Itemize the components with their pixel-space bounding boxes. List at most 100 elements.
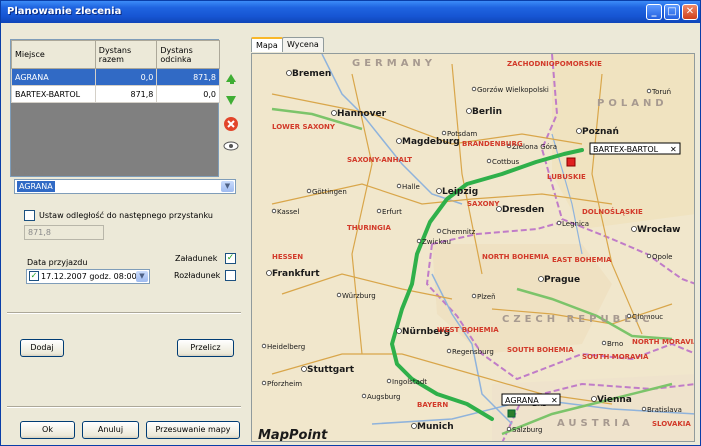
move-down-button[interactable] <box>223 92 239 108</box>
map-city-label: Salzburg <box>512 426 542 434</box>
map-city-label: Hannover <box>337 109 387 119</box>
stops-grid[interactable]: Miejsce Dystans razem Dystans odcinka AG… <box>10 39 220 177</box>
map-city-label: Brno <box>607 340 623 348</box>
tab-pricing[interactable]: Wycena <box>282 37 324 52</box>
column-header-place[interactable]: Miejsce <box>11 40 96 69</box>
stops-panel: Miejsce Dystans razem Dystans odcinka AG… <box>4 26 244 444</box>
close-button[interactable]: ✕ <box>682 4 698 20</box>
map-city-label: Erfurt <box>382 208 402 216</box>
map-city-label: Ingolstadt <box>392 378 427 386</box>
add-button[interactable]: Dodaj <box>20 339 64 357</box>
distance-checkbox[interactable] <box>24 210 35 221</box>
map-region-label: HESSEN <box>272 253 303 261</box>
show-on-map-button[interactable] <box>223 138 239 154</box>
map-city-label: Halle <box>402 183 420 191</box>
loading-checkbox[interactable]: ✓ <box>225 253 236 264</box>
map-city-label: Poznań <box>582 127 619 137</box>
map-city-label: Magdeburg <box>402 137 460 147</box>
maximize-button[interactable]: □ <box>664 4 680 20</box>
arrow-down-icon <box>226 96 236 105</box>
city-dot-icon <box>261 380 267 386</box>
route-map[interactable]: Bremen Hannover Magdeburg Berlin Potsdam Leip… <box>251 53 695 442</box>
map-region-label: BAYERN <box>417 401 448 409</box>
map-city-label: Plzeň <box>477 293 496 301</box>
map-city-label: Dresden <box>502 205 544 215</box>
arrival-label: Data przyjazdu <box>27 258 88 267</box>
place-select[interactable]: AGRANA ▼ <box>14 179 236 194</box>
city-dot-icon <box>631 226 637 232</box>
column-header-segment-distance[interactable]: Dystans odcinka <box>156 40 220 69</box>
map-city-label: Opole <box>652 253 673 261</box>
table-row[interactable]: BARTEX-BARTOL 871,8 0,0 <box>11 85 220 103</box>
city-dot-icon <box>411 423 417 429</box>
map-city-label: Regensburg <box>452 348 494 356</box>
map-city-label: Bratislava <box>647 406 682 414</box>
move-up-button[interactable] <box>223 70 239 86</box>
cancel-button[interactable]: Anuluj <box>82 421 139 439</box>
move-map-button[interactable]: Przesuwanie mapy <box>146 421 240 439</box>
city-dot-icon <box>361 393 367 399</box>
map-city-label: Frankfurt <box>272 269 320 279</box>
map-city-label: Prague <box>544 275 580 285</box>
close-icon[interactable]: ✕ <box>670 145 677 154</box>
recalculate-button[interactable]: Przelicz <box>177 339 234 357</box>
arrival-checkbox[interactable]: ✓ <box>29 271 39 281</box>
title-bar[interactable]: Planowanie zlecenia _ □ ✕ <box>1 1 700 23</box>
map-region-label: LOWER SAXONY <box>272 123 336 131</box>
end-marker-label[interactable]: BARTEX-BARTOL ✕ <box>589 142 681 155</box>
arrival-datetime-input[interactable]: ✓ 17.12.2007 godz. 08:00 ▼ <box>26 269 150 284</box>
city-dot-icon <box>331 110 337 116</box>
city-dot-icon <box>471 293 477 299</box>
map-city-label: Vienna <box>597 395 632 405</box>
chevron-down-icon[interactable]: ▼ <box>136 271 148 282</box>
map-city-label: Munich <box>417 422 454 432</box>
column-header-total-distance[interactable]: Dystans razem <box>94 40 158 69</box>
map-region-label: GERMANY <box>352 58 436 69</box>
city-dot-icon <box>266 270 272 276</box>
city-dot-icon <box>306 188 312 194</box>
map-region-label: AUSTRIA <box>557 418 634 429</box>
map-region-label: WEST BOHEMIA <box>437 326 499 334</box>
start-marker-label[interactable]: AGRANA ✕ <box>501 393 561 406</box>
order-planning-window: Planowanie zlecenia _ □ ✕ Miejsce Dystan… <box>0 0 701 446</box>
tab-map[interactable]: Mapa <box>251 37 283 52</box>
city-dot-icon <box>538 276 544 282</box>
divider <box>7 312 241 314</box>
map-city-label: Zwickau <box>422 238 451 246</box>
city-dot-icon <box>286 70 292 76</box>
map-region-label: SAXONY-ANHALT <box>347 156 412 164</box>
map-city-label: Chemnitz <box>442 228 476 236</box>
end-marker-icon[interactable] <box>566 157 576 167</box>
city-dot-icon <box>416 238 422 244</box>
ok-button[interactable]: Ok <box>20 421 75 439</box>
place-select-value: AGRANA <box>17 181 55 192</box>
unloading-label: Rozładunek <box>174 271 221 280</box>
table-row[interactable]: AGRANA 0,0 871,8 <box>11 68 220 86</box>
row-total: 871,8 <box>94 85 158 103</box>
distance-checkbox-label: Ustaw odległość do następnego przystanku <box>39 211 213 220</box>
city-dot-icon <box>396 328 402 334</box>
chevron-down-icon[interactable]: ▼ <box>221 181 234 192</box>
map-region-label: EAST BOHEMIA <box>552 256 612 264</box>
city-dot-icon <box>641 406 647 412</box>
loading-label: Załadunek <box>175 254 218 263</box>
map-canvas[interactable]: Bremen Hannover Magdeburg Berlin Potsdam Leip… <box>252 54 695 442</box>
map-city-label: Stuttgart <box>307 365 355 375</box>
city-dot-icon <box>436 188 442 194</box>
distance-input[interactable]: 871,8 <box>24 225 104 240</box>
close-icon[interactable]: ✕ <box>551 396 558 405</box>
unloading-checkbox[interactable] <box>225 270 236 281</box>
city-dot-icon <box>646 88 652 94</box>
map-region-label: BRANDENBURG <box>462 140 523 148</box>
start-marker-icon[interactable] <box>507 409 516 418</box>
map-city-label: Würzburg <box>342 292 376 300</box>
map-region-label: ZACHODNIOPOMORSKIE <box>507 60 602 68</box>
row-segment: 871,8 <box>156 68 220 86</box>
city-dot-icon <box>646 253 652 259</box>
delete-stop-button[interactable] <box>223 116 239 132</box>
map-region-label: SAXONY <box>467 200 500 208</box>
minimize-button[interactable]: _ <box>646 4 662 20</box>
city-dot-icon <box>556 220 562 226</box>
map-city-label: Kassel <box>277 208 299 216</box>
map-city-label: Wrocław <box>637 225 680 235</box>
